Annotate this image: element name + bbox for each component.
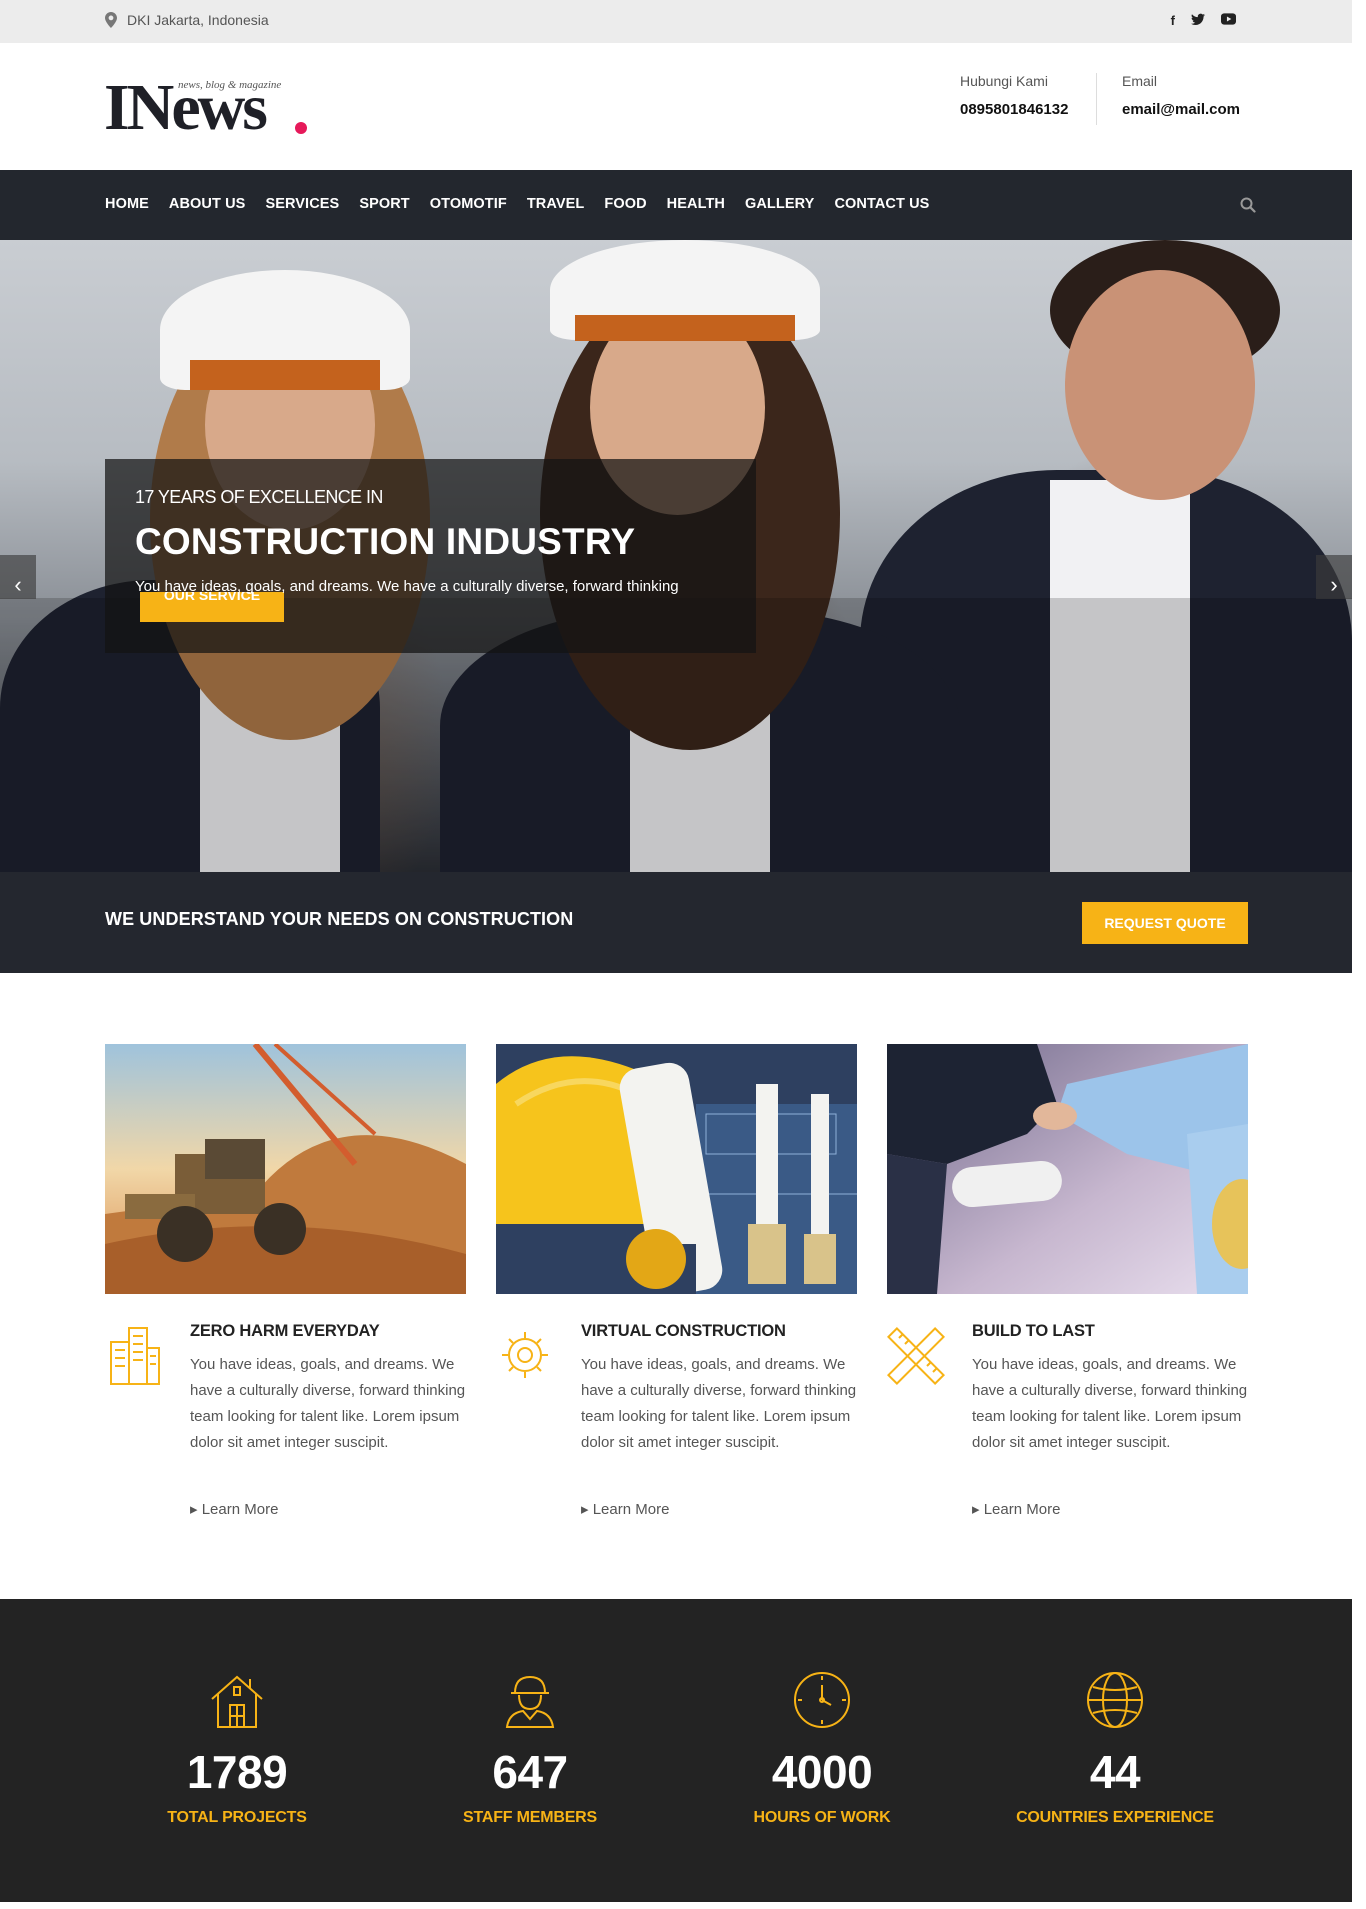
feature-body: You have ideas, goals, and dreams. We ha… bbox=[972, 1356, 1248, 1451]
cta-band: WE UNDERSTAND YOUR NEEDS ON CONSTRUCTION… bbox=[0, 872, 1352, 973]
nav-item-about-us[interactable]: ABOUT US bbox=[169, 196, 246, 212]
gear-tools-icon bbox=[502, 1332, 548, 1378]
twitter-icon[interactable] bbox=[1191, 13, 1205, 26]
learn-more-link[interactable]: ▸ Learn More bbox=[581, 1500, 669, 1518]
stat-value: 4000 bbox=[771, 1746, 873, 1798]
chevron-left-icon: ‹ bbox=[14, 572, 22, 597]
feature-body: You have ideas, goals, and dreams. We ha… bbox=[581, 1356, 857, 1451]
features-section: ZERO HARM EVERYDAY You have ideas, goals… bbox=[105, 1044, 1248, 1524]
learn-more-link[interactable]: ▸ Learn More bbox=[972, 1500, 1060, 1518]
contact-email-value[interactable]: email@mail.com bbox=[1122, 101, 1240, 118]
globe-icon bbox=[1087, 1672, 1143, 1728]
facebook-icon[interactable]: f bbox=[1171, 13, 1175, 28]
stat-label: TOTAL PROJECTS bbox=[167, 1809, 307, 1826]
learn-more-label: Learn More bbox=[983, 1501, 1061, 1518]
stat-hours-of-work: 4000 HOURS OF WORK bbox=[692, 1669, 952, 1827]
caret-right-icon: ▸ bbox=[190, 1501, 202, 1518]
youtube-icon[interactable] bbox=[1221, 13, 1236, 25]
hero-helmet-band-left bbox=[190, 360, 380, 390]
stat-total-projects: 1789 TOTAL PROJECTS bbox=[107, 1669, 367, 1827]
nav-item-health[interactable]: HEALTH bbox=[667, 196, 725, 212]
location: DKI Jakarta, Indonesia bbox=[105, 12, 269, 28]
slider-next-button[interactable]: › bbox=[1316, 555, 1352, 599]
hero-pretitle: 17 YEARS OF EXCELLENCE IN bbox=[135, 487, 383, 507]
nav-item-gallery[interactable]: GALLERY bbox=[745, 196, 814, 212]
contact-phone-label: Hubungi Kami bbox=[960, 73, 1048, 89]
learn-more-label: Learn More bbox=[592, 1501, 670, 1518]
slider-prev-button[interactable]: ‹ bbox=[0, 555, 36, 599]
feature-image-loader bbox=[105, 1044, 466, 1294]
chevron-right-icon: › bbox=[1330, 572, 1338, 597]
caret-right-icon: ▸ bbox=[581, 1501, 593, 1518]
contact-phone: Hubungi Kami 0895801846132 bbox=[960, 73, 1068, 118]
hero-description: You have ideas, goals, and dreams. We ha… bbox=[135, 578, 679, 595]
stat-value: 44 bbox=[1089, 1746, 1141, 1798]
logo-wordmark: INews bbox=[104, 71, 268, 144]
contact-email-label: Email bbox=[1122, 73, 1158, 89]
location-text: DKI Jakarta, Indonesia bbox=[127, 12, 269, 28]
nav-item-contact-us[interactable]: CONTACT US bbox=[834, 196, 929, 212]
cta-text: WE UNDERSTAND YOUR NEEDS ON CONSTRUCTION bbox=[105, 909, 574, 929]
main-nav: HOME ABOUT US SERVICES SPORT OTOMOTIF TR… bbox=[0, 170, 1352, 240]
stat-label: COUNTRIES EXPERIENCE bbox=[1016, 1809, 1214, 1826]
hero-face-right bbox=[1065, 270, 1255, 500]
ruler-pencil-icon bbox=[887, 1327, 945, 1385]
hero-caption: 17 YEARS OF EXCELLENCE IN OUR SERVICE CO… bbox=[105, 459, 756, 653]
feature-card: BUILD TO LAST You have ideas, goals, and… bbox=[887, 1044, 1248, 1518]
stat-countries-experience: 44 COUNTRIES EXPERIENCE bbox=[985, 1669, 1245, 1827]
feature-image-handshake bbox=[887, 1044, 1248, 1294]
feature-body: You have ideas, goals, and dreams. We ha… bbox=[190, 1356, 466, 1451]
stat-label: HOURS OF WORK bbox=[753, 1809, 891, 1826]
contact-phone-value: 0895801846132 bbox=[960, 101, 1069, 118]
logo-dot bbox=[295, 122, 307, 134]
nav-item-sport[interactable]: SPORT bbox=[359, 196, 409, 212]
hero-title: CONSTRUCTION INDUSTRY bbox=[135, 521, 636, 562]
search-icon[interactable] bbox=[1240, 197, 1256, 213]
top-bar: DKI Jakarta, Indonesia f bbox=[0, 0, 1352, 43]
nav-item-services[interactable]: SERVICES bbox=[265, 196, 339, 212]
nav-item-travel[interactable]: TRAVEL bbox=[527, 196, 585, 212]
hero-helmet-band-center bbox=[575, 315, 795, 341]
stat-value: 1789 bbox=[186, 1746, 288, 1798]
nav-item-otomotif[interactable]: OTOMOTIF bbox=[430, 196, 507, 212]
stat-value: 647 bbox=[492, 1746, 568, 1798]
map-pin-icon bbox=[105, 12, 117, 28]
contact-email: Email email@mail.com bbox=[1122, 73, 1240, 118]
stat-label: STAFF MEMBERS bbox=[463, 1809, 597, 1826]
feature-title: ZERO HARM EVERYDAY bbox=[190, 1322, 380, 1340]
feature-image-tools bbox=[496, 1044, 857, 1294]
building-icon bbox=[110, 1327, 160, 1385]
header: news, blog & magazine INews Hubungi Kami… bbox=[0, 43, 1352, 170]
nav-item-home[interactable]: HOME bbox=[105, 196, 149, 212]
feature-card: ZERO HARM EVERYDAY You have ideas, goals… bbox=[105, 1044, 466, 1518]
hero-slider: 17 YEARS OF EXCELLENCE IN OUR SERVICE CO… bbox=[0, 240, 1352, 872]
caret-right-icon: ▸ bbox=[972, 1501, 984, 1518]
nav-item-food[interactable]: FOOD bbox=[604, 196, 646, 212]
contact-divider bbox=[1096, 73, 1097, 125]
clock-icon bbox=[794, 1672, 850, 1728]
feature-title: BUILD TO LAST bbox=[972, 1322, 1095, 1340]
learn-more-link[interactable]: ▸ Learn More bbox=[190, 1500, 278, 1518]
our-service-button[interactable]: OUR SERVICE bbox=[140, 592, 284, 622]
house-icon bbox=[211, 1675, 263, 1728]
feature-title: VIRTUAL CONSTRUCTION bbox=[581, 1322, 786, 1340]
worker-icon bbox=[505, 1675, 555, 1728]
request-quote-button[interactable]: REQUEST QUOTE bbox=[1082, 902, 1248, 944]
site-logo[interactable]: news, blog & magazine INews bbox=[104, 75, 319, 143]
stat-staff-members: 647 STAFF MEMBERS bbox=[400, 1669, 660, 1827]
page: DKI Jakarta, Indonesia f news, blog & ma… bbox=[0, 0, 1352, 1909]
social-links: f bbox=[1171, 13, 1236, 28]
feature-card: VIRTUAL CONSTRUCTION You have ideas, goa… bbox=[496, 1044, 857, 1518]
stats-section: 1789 TOTAL PROJECTS 647 STAFF MEMBERS 40… bbox=[0, 1599, 1352, 1902]
learn-more-label: Learn More bbox=[201, 1501, 279, 1518]
